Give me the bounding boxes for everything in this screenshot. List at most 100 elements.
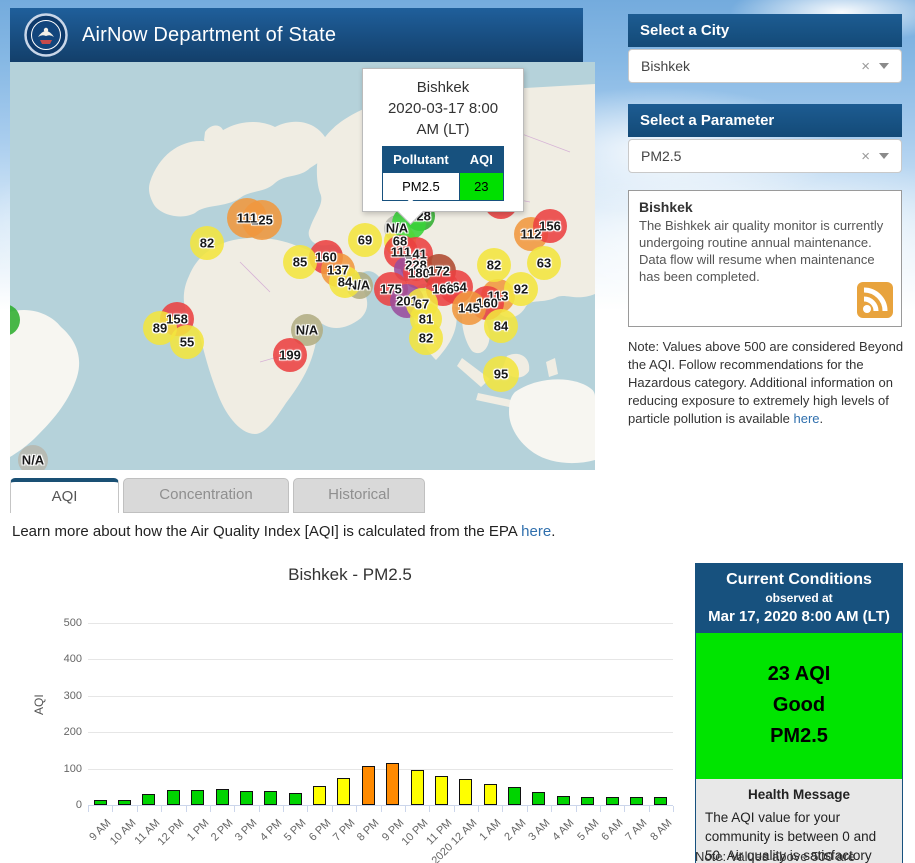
chart-x-axis-label: 6 PM	[306, 817, 333, 844]
chart-x-tick-mark	[405, 806, 406, 812]
tooltip-pollutant-value: PM2.5	[383, 173, 460, 201]
chart-bar[interactable]	[289, 793, 302, 805]
map-tooltip: Bishkek 2020-03-17 8:00AM (LT) Pollutant…	[362, 68, 524, 212]
parameter-chevron-down-icon[interactable]	[879, 153, 889, 159]
chart-bar[interactable]	[654, 797, 667, 805]
chart-x-tick-mark	[88, 806, 89, 812]
chart-bar[interactable]	[337, 778, 350, 805]
map-marker-label: 172	[428, 264, 450, 279]
chart-bar[interactable]	[581, 797, 594, 805]
map-marker-label: N/A	[22, 453, 44, 468]
chart-gridline	[88, 623, 673, 624]
chart-y-tick-label: 400	[40, 653, 82, 665]
chart-x-tick-mark	[502, 806, 503, 812]
observed-at-label: observed at	[700, 591, 898, 605]
city-dropdown-value: Bishkek	[629, 58, 852, 74]
chart-bar[interactable]	[386, 763, 399, 805]
chart-bar[interactable]	[411, 770, 424, 805]
chart-x-tick-mark	[429, 806, 430, 812]
current-conditions-panel: Current Conditions observed at Mar 17, 2…	[695, 563, 903, 863]
chart-plot-area: 01002003004005009 AM10 AM11 AM12 PM1 PM2…	[10, 555, 690, 863]
beyond-aqi-note: Note: Values above 500 are considered Be…	[628, 338, 908, 428]
chart-x-tick-mark	[186, 806, 187, 812]
chart-x-axis-label: 6 AM	[599, 817, 625, 843]
chart-x-axis-label: 7 AM	[624, 817, 650, 843]
chart-bar[interactable]	[118, 800, 131, 805]
chart-bar[interactable]	[240, 791, 253, 805]
tooltip-col-aqi: AQI	[459, 147, 503, 173]
chart-x-tick-mark	[551, 806, 552, 812]
info-city-body: The Bishkek air quality monitor is curre…	[639, 217, 891, 285]
chart-bar[interactable]	[484, 784, 497, 805]
chart-x-tick-mark	[137, 806, 138, 812]
learn-more-here-link[interactable]: here	[521, 523, 551, 540]
chart-x-tick-mark	[161, 806, 162, 812]
chart-x-axis-label: 12 PM	[156, 817, 187, 848]
tab-aqi[interactable]: AQI	[10, 478, 119, 513]
rss-feed-icon[interactable]	[857, 282, 893, 318]
tooltip-aqi-value: 23	[459, 173, 503, 201]
chart-x-axis-label: 3 PM	[233, 817, 260, 844]
parameter-dropdown-value: PM2.5	[629, 148, 852, 164]
city-dropdown[interactable]: Bishkek ×	[628, 49, 902, 83]
chart-bar[interactable]	[362, 766, 375, 805]
parameter-clear-icon[interactable]: ×	[852, 148, 879, 165]
chart-y-tick-label: 100	[40, 763, 82, 775]
chart-bar[interactable]	[216, 789, 229, 805]
map-marker-label: 158	[166, 312, 188, 327]
city-clear-icon[interactable]: ×	[852, 58, 879, 75]
app-header: AirNow Department of State	[10, 8, 583, 62]
aqi-parameter: PM2.5	[696, 721, 902, 752]
aqi-value-panel: 23 AQI Good PM2.5	[696, 633, 902, 779]
parameter-dropdown[interactable]: PM2.5 ×	[628, 139, 902, 173]
airnow-page: AirNow Department of State	[0, 0, 915, 863]
chart-bar[interactable]	[532, 792, 545, 805]
map-marker-label: 166	[432, 282, 454, 297]
map-marker-label: 82	[487, 258, 501, 273]
chart-bar[interactable]	[191, 790, 204, 805]
chart-bar[interactable]	[630, 797, 643, 805]
chart-x-tick-mark	[624, 806, 625, 812]
map-marker-label: 111	[237, 211, 257, 226]
map-marker[interactable]	[10, 304, 20, 336]
map-marker-label: 89	[153, 321, 167, 336]
chart-bar[interactable]	[606, 797, 619, 805]
chart-x-tick-mark	[234, 806, 235, 812]
chart-bar[interactable]	[435, 776, 448, 805]
city-info-box: Bishkek The Bishkek air quality monitor …	[628, 190, 902, 327]
chart-x-axis-label: 10 PM	[400, 817, 431, 848]
learn-more-text: Learn more about how the Air Quality Ind…	[12, 523, 555, 540]
map-marker-label: 145	[458, 301, 480, 316]
chart-y-tick-label: 300	[40, 690, 82, 702]
chart-bar[interactable]	[142, 794, 155, 805]
chart-x-tick-mark	[283, 806, 284, 812]
current-conditions-header: Current Conditions observed at Mar 17, 2…	[696, 564, 902, 633]
chart-gridline	[88, 659, 673, 660]
chart-bar[interactable]	[264, 791, 277, 805]
map-marker-label: N/A	[296, 323, 318, 338]
aqi-value: 23 AQI	[696, 659, 902, 690]
chart-bar[interactable]	[313, 786, 326, 805]
current-conditions-title: Current Conditions	[700, 571, 898, 589]
chart-y-tick-label: 200	[40, 726, 82, 738]
chart-x-tick-mark	[381, 806, 382, 812]
chart-bar[interactable]	[167, 790, 180, 805]
tab-historical[interactable]: Historical	[293, 478, 425, 513]
chart-x-axis-label: 8 AM	[648, 817, 674, 843]
city-chevron-down-icon[interactable]	[879, 63, 889, 69]
chart-bar[interactable]	[459, 779, 472, 805]
chart-x-tick-mark	[210, 806, 211, 812]
select-city-header: Select a City	[628, 14, 902, 47]
chart-x-axis-label: 5 PM	[282, 817, 309, 844]
tab-concentration[interactable]: Concentration	[123, 478, 289, 513]
map-marker-label: 55	[180, 335, 194, 350]
chart-bar[interactable]	[508, 787, 521, 805]
clipped-note-text: Note: Values above 500 are considered	[695, 849, 909, 863]
chart-bar[interactable]	[94, 800, 107, 805]
map-marker-label: 180	[408, 266, 430, 281]
map-marker-label: 69	[358, 233, 372, 248]
note-here-link[interactable]: here	[793, 411, 819, 426]
select-parameter-header: Select a Parameter	[628, 104, 902, 137]
chart-x-tick-mark	[454, 806, 455, 812]
chart-bar[interactable]	[557, 796, 570, 805]
